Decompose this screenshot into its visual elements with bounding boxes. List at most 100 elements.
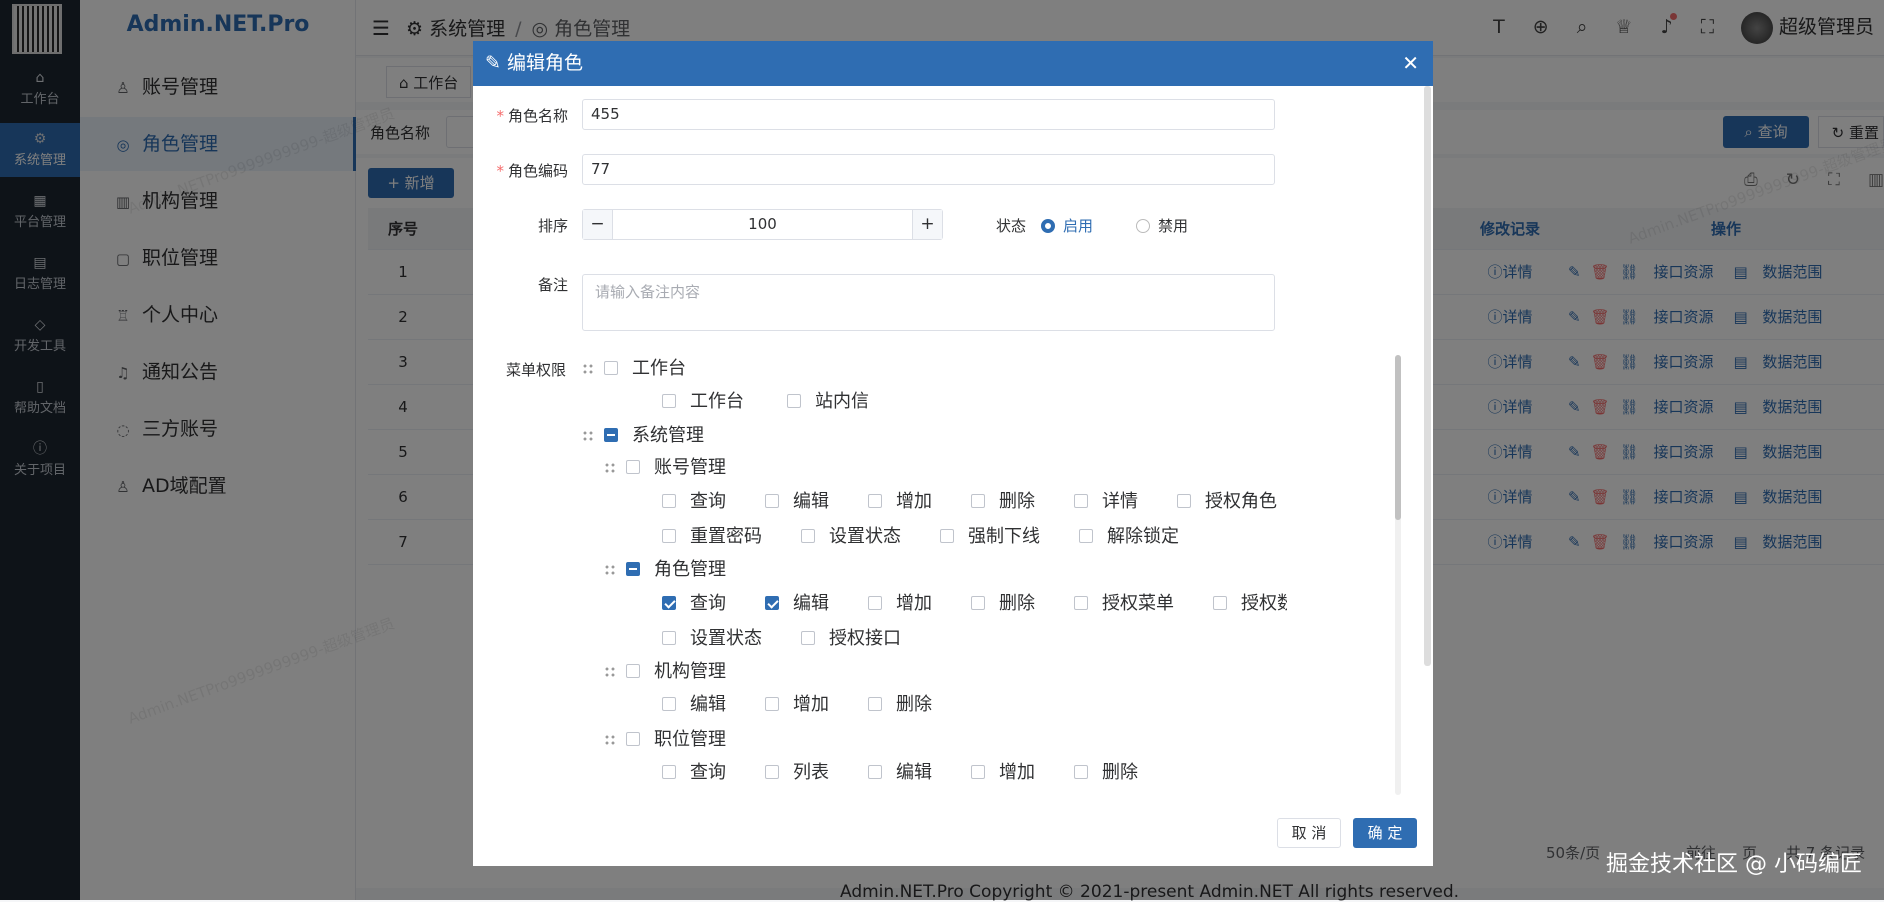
tree-leaf[interactable]: 查询: [662, 759, 726, 787]
confirm-button[interactable]: 确 定: [1353, 818, 1417, 848]
order-value[interactable]: 100: [613, 210, 912, 239]
tree-leaf[interactable]: 查询: [662, 590, 726, 618]
tree-node-role[interactable]: 角色管理: [604, 556, 726, 584]
checkbox[interactable]: [940, 529, 954, 543]
tree-leaf[interactable]: 设置状态: [662, 625, 762, 653]
edit-role-dialog: ✎ 编辑角色 ✕ * 角色名称 455 * 角色编码 77 排序 − 100 + 状…: [473, 41, 1433, 866]
tree-leaf[interactable]: 编辑: [868, 759, 932, 787]
checkbox[interactable]: [626, 732, 640, 746]
tree-leaf[interactable]: 编辑: [662, 691, 726, 719]
drag-handle-icon[interactable]: [582, 430, 594, 442]
tree-leaf[interactable]: 列表: [765, 759, 829, 787]
checkbox[interactable]: [1074, 596, 1088, 610]
checkbox[interactable]: [971, 494, 985, 508]
checkbox[interactable]: [765, 765, 779, 779]
dialog-scrollbar[interactable]: [1424, 86, 1431, 666]
checkbox[interactable]: [662, 765, 676, 779]
role-name-input[interactable]: 455: [582, 99, 1275, 130]
tree-leaf[interactable]: 增加: [765, 691, 829, 719]
tree-leaf[interactable]: 设置状态: [801, 523, 901, 551]
tree-leaf[interactable]: 删除: [971, 488, 1035, 516]
checkbox[interactable]: [1079, 529, 1093, 543]
remark-textarea[interactable]: 请输入备注内容: [582, 274, 1275, 331]
drag-handle-icon[interactable]: [604, 564, 616, 576]
checkbox[interactable]: [765, 494, 779, 508]
dialog-title: 编辑角色: [506, 52, 583, 74]
order-stepper[interactable]: − 100 +: [582, 209, 943, 240]
tree-leaf[interactable]: 增加: [868, 488, 932, 516]
role-code-input[interactable]: 77: [582, 154, 1275, 185]
checkbox[interactable]: [801, 529, 815, 543]
menu-permission-tree: 工作台 工作台 站内信 系统管理 账号管理 查询 编辑 增加 删除 详情 授权角…: [582, 355, 1287, 795]
tree-leaf[interactable]: 授权角色: [1177, 488, 1277, 516]
role-code-label: * 角色编码: [496, 162, 568, 180]
checkbox-indeterminate[interactable]: [626, 562, 640, 576]
checkbox[interactable]: [1074, 765, 1088, 779]
tree-leaf[interactable]: 重置密码: [662, 523, 762, 551]
checkbox[interactable]: [868, 596, 882, 610]
checkbox[interactable]: [662, 631, 676, 645]
checkbox-checked[interactable]: [765, 596, 779, 610]
close-icon[interactable]: ✕: [1402, 41, 1419, 86]
tree-leaf[interactable]: 编辑: [765, 488, 829, 516]
dialog-header: ✎ 编辑角色 ✕: [473, 41, 1433, 86]
decrease-button[interactable]: −: [583, 210, 613, 239]
tree-leaf[interactable]: 详情: [1074, 488, 1138, 516]
tree-scrollbar[interactable]: [1395, 355, 1401, 795]
checkbox[interactable]: [868, 765, 882, 779]
tree-leaf[interactable]: 删除: [971, 590, 1035, 618]
checkbox-checked[interactable]: [662, 596, 676, 610]
tree-leaf[interactable]: 强制下线: [940, 523, 1040, 551]
radio-unchecked: [1136, 219, 1150, 233]
tree-leaf[interactable]: 删除: [1074, 759, 1138, 787]
edit-icon: ✎: [485, 52, 507, 74]
checkbox[interactable]: [1213, 596, 1227, 610]
checkbox[interactable]: [765, 697, 779, 711]
checkbox[interactable]: [787, 394, 801, 408]
tree-leaf[interactable]: 增加: [971, 759, 1035, 787]
dialog-footer: 取 消确 定: [1277, 818, 1417, 848]
tree-leaf[interactable]: 工作台: [662, 388, 744, 416]
tree-node-system[interactable]: 系统管理: [582, 422, 704, 450]
menu-permission-label: 菜单权限: [506, 361, 567, 379]
checkbox[interactable]: [971, 765, 985, 779]
tree-leaf[interactable]: 编辑: [765, 590, 829, 618]
tree-leaf[interactable]: 授权数据: [1213, 590, 1287, 618]
drag-handle-icon[interactable]: [604, 734, 616, 746]
tree-leaf[interactable]: 授权菜单: [1074, 590, 1174, 618]
status-enabled-radio[interactable]: 启用: [1041, 215, 1093, 236]
drag-handle-icon[interactable]: [604, 462, 616, 474]
checkbox[interactable]: [662, 697, 676, 711]
checkbox[interactable]: [868, 494, 882, 508]
tree-node-position[interactable]: 职位管理: [604, 726, 726, 754]
checkbox[interactable]: [662, 394, 676, 408]
checkbox[interactable]: [662, 494, 676, 508]
checkbox[interactable]: [1177, 494, 1191, 508]
tree-node-org[interactable]: 机构管理: [604, 658, 726, 686]
checkbox-indeterminate[interactable]: [604, 428, 618, 442]
checkbox[interactable]: [626, 460, 640, 474]
tree-leaf[interactable]: 解除锁定: [1079, 523, 1179, 551]
tree-node-workbench[interactable]: 工作台: [582, 355, 686, 383]
checkbox[interactable]: [801, 631, 815, 645]
drag-handle-icon[interactable]: [604, 666, 616, 678]
checkbox[interactable]: [604, 361, 618, 375]
checkbox[interactable]: [971, 596, 985, 610]
tree-leaf[interactable]: 授权接口: [801, 625, 901, 653]
tree-leaf[interactable]: 增加: [868, 590, 932, 618]
checkbox[interactable]: [626, 664, 640, 678]
checkbox[interactable]: [662, 529, 676, 543]
tree-leaf[interactable]: 查询: [662, 488, 726, 516]
increase-button[interactable]: +: [912, 210, 942, 239]
tree-leaf[interactable]: 站内信: [787, 388, 869, 416]
tree-scroll-thumb[interactable]: [1395, 355, 1401, 520]
checkbox[interactable]: [868, 697, 882, 711]
checkbox[interactable]: [1074, 494, 1088, 508]
cancel-button[interactable]: 取 消: [1277, 818, 1341, 848]
tree-node-account[interactable]: 账号管理: [604, 454, 726, 482]
tree-leaf[interactable]: 删除: [868, 691, 932, 719]
radio-checked: [1041, 219, 1055, 233]
drag-handle-icon[interactable]: [582, 363, 594, 375]
order-label: 排序: [537, 217, 568, 235]
status-disabled-radio[interactable]: 禁用: [1136, 215, 1188, 236]
